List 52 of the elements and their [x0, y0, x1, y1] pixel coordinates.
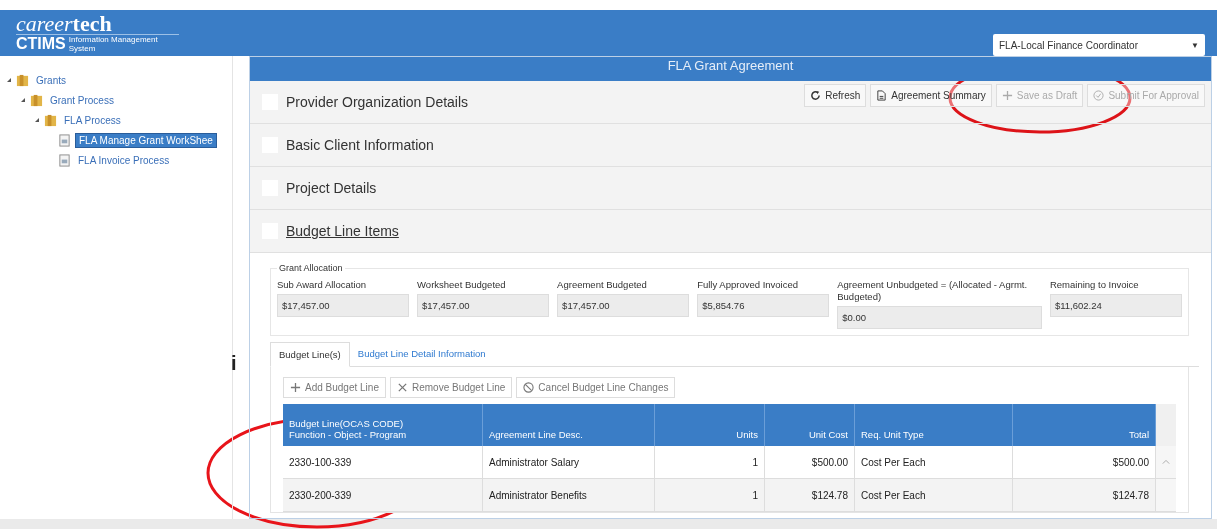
- field-label: Remaining to Invoice: [1049, 279, 1140, 291]
- tree-item[interactable]: FLA Manage Grant WorkShee: [75, 132, 217, 148]
- table-cell: 1: [655, 479, 765, 512]
- amount-field: $11,602.24: [1049, 294, 1182, 317]
- table-cell: $500.00: [765, 446, 855, 479]
- amount-field: $5,854.76: [697, 294, 830, 317]
- accordion-header[interactable]: Budget Line Items: [250, 210, 1211, 253]
- amount-field: $17,457.00: [277, 294, 410, 317]
- column-header[interactable]: Agreement Line Desc.: [483, 404, 655, 446]
- table-cell: Administrator Salary: [483, 446, 655, 479]
- field-label: Agreement Unbudgeted = (Allocated - Agrmt. Budgeted): [837, 279, 1029, 303]
- tab[interactable]: Budget Line Detail Information: [349, 342, 494, 366]
- amount-field: $17,457.00: [417, 294, 550, 317]
- action-button[interactable]: Cancel Budget Line Changes: [516, 377, 676, 398]
- field-label: Agreement Budgeted: [557, 279, 648, 291]
- column-header[interactable]: Total: [1012, 404, 1156, 446]
- amount-field: $0.00: [837, 306, 1042, 329]
- tree-item[interactable]: Grants: [33, 73, 69, 87]
- role-select[interactable]: FLA-Local Finance Coordinator ▼: [993, 34, 1205, 56]
- field-label: Fully Approved Invoiced: [697, 279, 800, 291]
- table-cell: Administrator Benefits: [483, 479, 655, 512]
- table-cell: $124.78: [1012, 479, 1156, 512]
- panel-title: FLA Grant Agreement: [250, 57, 1211, 81]
- amount-field: $17,457.00: [557, 294, 690, 317]
- section-title: Project Details: [286, 180, 377, 196]
- table-cell: $124.78: [765, 479, 855, 512]
- tab[interactable]: Budget Line(s): [270, 342, 350, 367]
- section-title: Budget Line Items: [286, 223, 399, 239]
- accordion-header[interactable]: Project Details: [250, 167, 1211, 210]
- table-cell: 2330-200-339: [283, 479, 483, 512]
- section-title: Basic Client Information: [286, 137, 434, 153]
- table-cell: Cost Per Each: [855, 479, 1013, 512]
- group-legend: Grant Allocation: [277, 263, 345, 273]
- column-header[interactable]: Budget Line(OCAS CODE) Function - Object - Program: [283, 404, 483, 446]
- table-cell: $500.00: [1012, 446, 1156, 479]
- accordion-header[interactable]: Basic Client Information: [250, 124, 1211, 167]
- tree-item[interactable]: FLA Process: [61, 113, 124, 127]
- section-title: Provider Organization Details: [286, 94, 469, 110]
- toolbar-button[interactable]: Refresh: [804, 84, 867, 107]
- stray-mark: i: [231, 352, 237, 375]
- column-header[interactable]: Unit Cost: [765, 404, 855, 446]
- tree-item[interactable]: Grant Process: [47, 93, 117, 107]
- action-button[interactable]: Add Budget Line: [283, 377, 386, 398]
- table-cell: 2330-100-339: [283, 446, 483, 479]
- field-label: Worksheet Budgeted: [417, 279, 507, 291]
- table-cell: Cost Per Each: [855, 446, 1013, 479]
- column-header[interactable]: Units: [655, 404, 765, 446]
- action-button[interactable]: Remove Budget Line: [389, 377, 513, 398]
- field-label: Sub Award Allocation: [277, 279, 368, 291]
- table-cell: 1: [655, 446, 765, 479]
- column-header[interactable]: Req. Unit Type: [855, 404, 1013, 446]
- tree-item[interactable]: FLA Invoice Process: [75, 153, 173, 167]
